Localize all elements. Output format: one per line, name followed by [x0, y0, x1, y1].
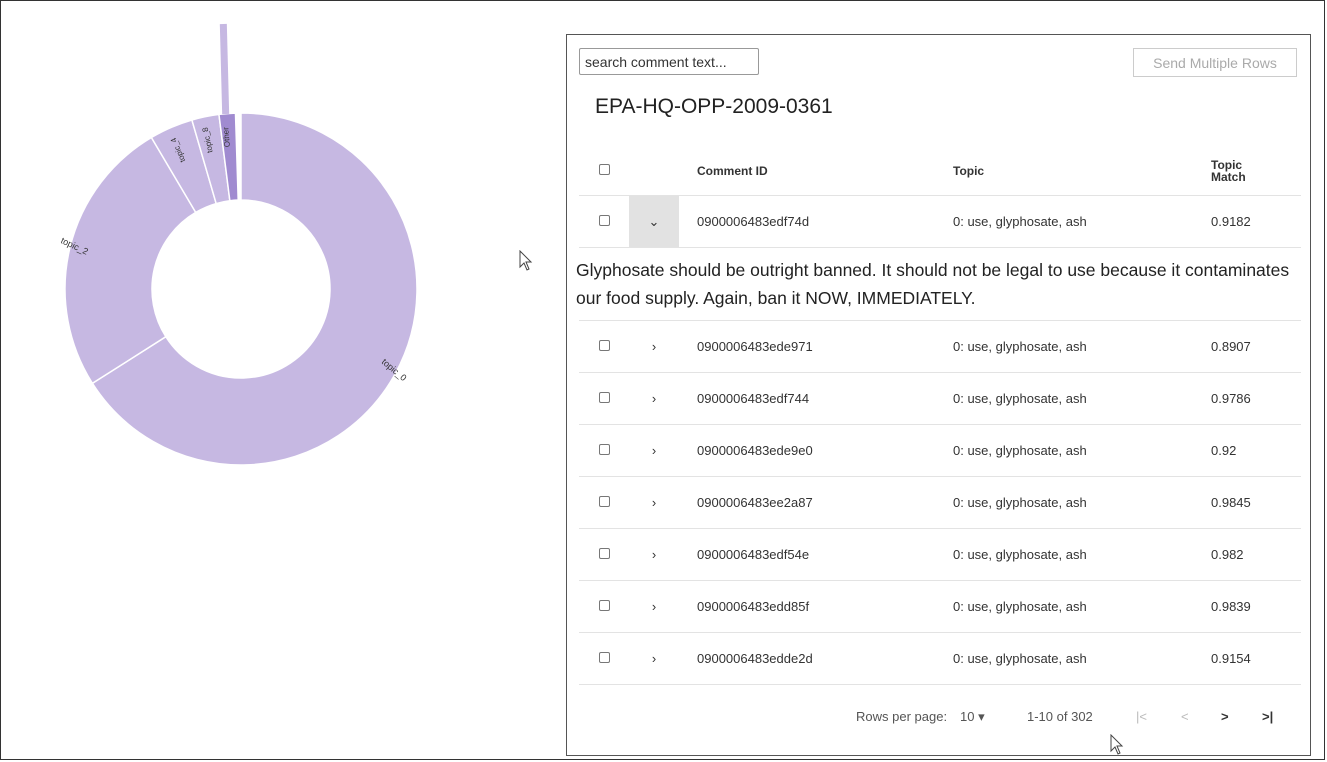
mouse-cursor-icon: [1110, 734, 1124, 755]
comment-text: Glyphosate should be outright banned. It…: [576, 260, 1290, 308]
donut-outlier-bar: [219, 23, 230, 115]
column-header-comment-id[interactable]: Comment ID: [679, 147, 935, 196]
topic-cell: 0: use, glyphosate, ash: [935, 528, 1191, 581]
row-checkbox[interactable]: [599, 392, 610, 403]
previous-page-icon[interactable]: <: [1181, 709, 1189, 724]
chevron-right-icon: ›: [651, 495, 657, 510]
comment-id-cell: 0900006483ee2a87: [679, 476, 935, 529]
column-header-topic-match[interactable]: Topic Match: [1191, 147, 1301, 196]
donut-label-other: Other: [221, 127, 232, 148]
column-header-topic[interactable]: Topic: [935, 147, 1191, 196]
topic-cell: 0: use, glyphosate, ash: [935, 580, 1191, 633]
comment-id-cell: 0900006483edf74d: [679, 195, 935, 248]
next-page-icon[interactable]: >: [1221, 709, 1229, 724]
row-select-cell: [579, 195, 629, 248]
chevron-right-icon: ›: [651, 599, 657, 614]
row-select-cell: [579, 528, 629, 581]
topic-match-cell: 0.9839: [1191, 580, 1301, 633]
topic-match-cell: 0.92: [1191, 424, 1301, 477]
table-row[interactable]: › 0900006483edde2d 0: use, glyphosate, ash…: [579, 632, 1301, 685]
chevron-right-icon: ›: [651, 547, 657, 562]
table-row[interactable]: › 0900006483edf744 0: use, glyphosate, ash…: [579, 372, 1301, 425]
topic-cell: 0: use, glyphosate, ash: [935, 195, 1191, 248]
topic-cell: 0: use, glyphosate, ash: [935, 476, 1191, 529]
last-page-icon[interactable]: >|: [1262, 709, 1273, 724]
topic-cell: 0: use, glyphosate, ash: [935, 320, 1191, 373]
row-expand-button[interactable]: ›: [629, 372, 679, 425]
table-header-row: Comment ID Topic Topic Match: [579, 147, 1301, 196]
chevron-right-icon: ›: [651, 339, 657, 354]
row-checkbox[interactable]: [599, 340, 610, 351]
comment-id-cell: 0900006483edd85f: [679, 580, 935, 633]
first-page-icon[interactable]: |<: [1136, 709, 1147, 724]
row-checkbox[interactable]: [599, 496, 610, 507]
row-checkbox[interactable]: [599, 652, 610, 663]
pagination-bar: Rows per page: 10 ▾ 1-10 of 302 |< < > >…: [567, 693, 1310, 743]
row-expand-button[interactable]: ›: [629, 632, 679, 685]
table-row[interactable]: › 0900006483ee2a87 0: use, glyphosate, ash…: [579, 476, 1301, 529]
comments-table: Comment ID Topic Topic Match ⌄ 0900006483…: [576, 147, 1301, 685]
row-checkbox[interactable]: [599, 444, 610, 455]
expand-header-cell: [629, 147, 679, 196]
select-all-cell: [579, 147, 629, 196]
row-expand-button[interactable]: ⌄: [629, 195, 679, 248]
row-expand-button[interactable]: ›: [629, 580, 679, 633]
row-checkbox[interactable]: [599, 548, 610, 559]
row-checkbox[interactable]: [599, 215, 610, 226]
row-select-cell: [579, 320, 629, 373]
row-expand-button[interactable]: ›: [629, 476, 679, 529]
row-select-cell: [579, 580, 629, 633]
comment-id-cell: 0900006483edde2d: [679, 632, 935, 685]
topic-cell: 0: use, glyphosate, ash: [935, 632, 1191, 685]
topic-match-cell: 0.9182: [1191, 195, 1301, 248]
table-row[interactable]: › 0900006483edd85f 0: use, glyphosate, ash…: [579, 580, 1301, 633]
row-select-cell: [579, 372, 629, 425]
comment-id-cell: 0900006483ede9e0: [679, 424, 935, 477]
expanded-comment-cell: Glyphosate should be outright banned. It…: [576, 247, 1301, 321]
row-expand-button[interactable]: ›: [629, 320, 679, 373]
comment-id-cell: 0900006483edf744: [679, 372, 935, 425]
select-all-checkbox[interactable]: [599, 164, 610, 175]
page-range-text: 1-10 of 302: [1027, 709, 1093, 724]
table-row[interactable]: › 0900006483ede9e0 0: use, glyphosate, ash…: [579, 424, 1301, 477]
comment-id-cell: 0900006483ede971: [679, 320, 935, 373]
topic-match-cell: 0.982: [1191, 528, 1301, 581]
table-row[interactable]: › 0900006483ede971 0: use, glyphosate, ash…: [579, 320, 1301, 373]
mouse-cursor-icon: [519, 250, 533, 271]
topic-match-cell: 0.8907: [1191, 320, 1301, 373]
expanded-comment-row: Glyphosate should be outright banned. It…: [576, 247, 1301, 321]
topic-cell: 0: use, glyphosate, ash: [935, 372, 1191, 425]
row-select-cell: [579, 632, 629, 685]
row-checkbox[interactable]: [599, 600, 610, 611]
chevron-right-icon: ›: [651, 391, 657, 406]
rows-per-page-label: Rows per page:: [856, 709, 948, 724]
chevron-right-icon: ›: [651, 651, 657, 666]
row-expand-button[interactable]: ›: [629, 424, 679, 477]
topic-match-cell: 0.9154: [1191, 632, 1301, 685]
comments-panel: Send Multiple Rows EPA-HQ-OPP-2009-0361 …: [566, 34, 1311, 756]
topic-match-cell: 0.9845: [1191, 476, 1301, 529]
comment-id-cell: 0900006483edf54e: [679, 528, 935, 581]
row-select-cell: [579, 476, 629, 529]
row-expand-button[interactable]: ›: [629, 528, 679, 581]
topic-match-cell: 0.9786: [1191, 372, 1301, 425]
docket-title: EPA-HQ-OPP-2009-0361: [595, 95, 833, 118]
search-input[interactable]: [579, 48, 759, 75]
chevron-right-icon: ›: [651, 443, 657, 458]
chevron-down-icon: ⌄: [648, 213, 660, 229]
topic-cell: 0: use, glyphosate, ash: [935, 424, 1191, 477]
table-row[interactable]: › 0900006483edf54e 0: use, glyphosate, ash…: [579, 528, 1301, 581]
send-multiple-rows-button[interactable]: Send Multiple Rows: [1133, 48, 1297, 77]
topic-donut-chart: topic_0topic_2topic_4 topic_8 Other: [59, 23, 418, 466]
rows-per-page-select[interactable]: 10 ▾: [960, 709, 985, 725]
row-select-cell: [579, 424, 629, 477]
table-row[interactable]: ⌄ 0900006483edf74d 0: use, glyphosate, ash…: [579, 195, 1301, 248]
